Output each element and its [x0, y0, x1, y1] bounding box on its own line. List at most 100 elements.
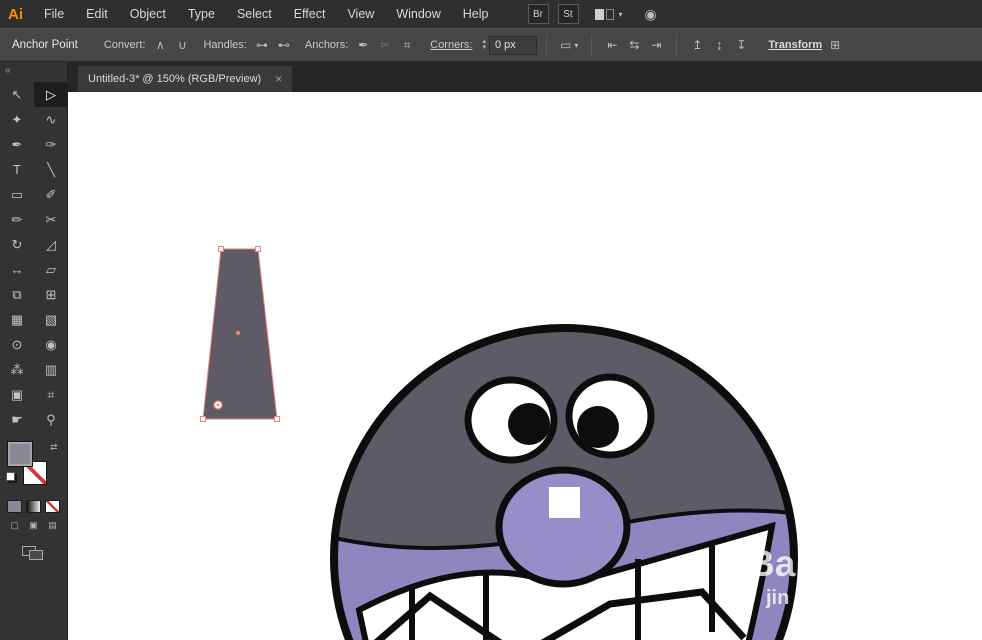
- convert-to-smooth-button[interactable]: ∪: [171, 35, 193, 55]
- shape-icon: ▭: [559, 38, 572, 52]
- corners-input[interactable]: [488, 35, 537, 55]
- scissors-tool[interactable]: ✂: [34, 207, 68, 232]
- show-handles-button[interactable]: ⊷: [273, 35, 295, 55]
- anchor-handle[interactable]: [218, 246, 224, 252]
- corners-link[interactable]: Corners:: [430, 39, 472, 51]
- line-segment-tool[interactable]: ╲: [34, 157, 68, 182]
- align-top-button[interactable]: ↥: [686, 35, 708, 55]
- left-pupil: [508, 403, 550, 445]
- menu-window[interactable]: Window: [385, 0, 451, 28]
- convert-to-corner-button[interactable]: ∧: [149, 35, 171, 55]
- menu-effect[interactable]: Effect: [283, 0, 337, 28]
- rotate-tool[interactable]: ↻: [0, 232, 34, 257]
- draw-inside-button[interactable]: ▤: [45, 519, 60, 532]
- column-graph-tool[interactable]: ▥: [34, 357, 68, 382]
- align-center-button[interactable]: ⇆: [623, 35, 645, 55]
- context-label: Anchor Point: [12, 39, 78, 51]
- menu-edit[interactable]: Edit: [75, 0, 119, 28]
- fill-swatch[interactable]: [8, 442, 32, 466]
- workspace-switcher-button[interactable]: ▾: [594, 8, 623, 21]
- divider: [545, 34, 547, 56]
- transform-link[interactable]: Transform: [768, 39, 822, 51]
- direct-selection-tool[interactable]: ▷: [34, 82, 68, 107]
- control-bar: Anchor Point Convert: ∧ ∪ Handles: ⊶ ⊷ Anc…: [0, 28, 982, 62]
- artboard-canvas[interactable]: [68, 92, 982, 640]
- anchor-handle[interactable]: [255, 246, 261, 252]
- anchor-handle[interactable]: [200, 416, 206, 422]
- paint-style-row: [0, 500, 67, 513]
- remove-anchor-button[interactable]: ⌗: [396, 35, 418, 55]
- align-left-button[interactable]: ⇤: [601, 35, 623, 55]
- gradient-button[interactable]: [26, 500, 41, 513]
- free-transform-tool[interactable]: ▱: [34, 257, 68, 282]
- selected-anchor-dot: [216, 403, 220, 407]
- none-button[interactable]: [45, 500, 60, 513]
- anchor-handle[interactable]: [274, 416, 280, 422]
- selected-trapezoid-shape[interactable]: [200, 246, 280, 422]
- sync-icon[interactable]: ◉: [645, 6, 657, 23]
- menu-list: File Edit Object Type Select Effect View Window…: [33, 0, 500, 28]
- character-artwork[interactable]: [326, 324, 804, 640]
- convert-buttons: ∧ ∪: [149, 35, 193, 55]
- draw-behind-button[interactable]: ▣: [26, 519, 41, 532]
- transform-options-button[interactable]: ⊞: [824, 35, 846, 55]
- zoom-tool[interactable]: ⚲: [34, 407, 68, 432]
- draw-normal-button[interactable]: ▢: [7, 519, 22, 532]
- align-right-button[interactable]: ⇥: [645, 35, 667, 55]
- artboard-tool[interactable]: ▣: [0, 382, 34, 407]
- align-middle-button[interactable]: ↨: [708, 35, 730, 55]
- scale-tool[interactable]: ◿: [34, 232, 68, 257]
- width-tool[interactable]: ↔: [0, 257, 34, 282]
- shape-builder-tool[interactable]: ⧉: [0, 282, 34, 307]
- cut-path-button[interactable]: ✂: [374, 35, 396, 55]
- rectangle-tool[interactable]: ▭: [0, 182, 34, 207]
- menu-help[interactable]: Help: [452, 0, 500, 28]
- shape-properties-button[interactable]: ▭ ▾: [560, 38, 578, 52]
- hand-tool[interactable]: ☛: [0, 407, 34, 432]
- drawing-modes-row: ▢ ▣ ▤: [0, 519, 67, 532]
- magic-wand-tool[interactable]: ✦: [0, 107, 34, 132]
- selection-tool[interactable]: ↖: [0, 82, 34, 107]
- color-button[interactable]: [7, 500, 22, 513]
- swap-fill-stroke-icon[interactable]: ⇄: [50, 442, 58, 453]
- gradient-tool[interactable]: ▧: [34, 307, 68, 332]
- lasso-tool[interactable]: ∿: [34, 107, 68, 132]
- document-tab[interactable]: Untitled-3* @ 150% (RGB/Preview) ×: [78, 66, 293, 92]
- menu-select[interactable]: Select: [226, 0, 283, 28]
- perspective-grid-tool[interactable]: ⊞: [34, 282, 68, 307]
- menu-type[interactable]: Type: [177, 0, 226, 28]
- canvas-area[interactable]: Ba jin: [68, 92, 982, 640]
- type-tool[interactable]: T: [0, 157, 34, 182]
- collapse-panel-button[interactable]: «: [5, 65, 11, 76]
- corners-stepper[interactable]: ▴ ▾: [482, 38, 486, 51]
- curvature-tool[interactable]: ✑: [34, 132, 68, 157]
- close-tab-icon[interactable]: ×: [275, 72, 282, 86]
- document-title: Untitled-3* @ 150% (RGB/Preview): [88, 73, 262, 85]
- slice-tool[interactable]: ⌗: [34, 382, 68, 407]
- horizontal-align-buttons: ⇤ ⇆ ⇥: [601, 35, 667, 55]
- paintbrush-tool[interactable]: ✐: [34, 182, 68, 207]
- eyedropper-tool[interactable]: ⊙: [0, 332, 34, 357]
- watermark-line1: Ba: [748, 543, 796, 584]
- anchors-label: Anchors:: [304, 39, 349, 51]
- pencil-tool[interactable]: ✏: [0, 207, 34, 232]
- stepper-down-icon[interactable]: ▾: [482, 44, 486, 51]
- align-bottom-button[interactable]: ↧: [730, 35, 752, 55]
- symbol-sprayer-tool[interactable]: ⁂: [0, 357, 34, 382]
- menu-file[interactable]: File: [33, 0, 75, 28]
- menu-object[interactable]: Object: [119, 0, 177, 28]
- blend-tool[interactable]: ◉: [34, 332, 68, 357]
- connect-anchors-button[interactable]: ✒: [352, 35, 374, 55]
- pen-tool[interactable]: ✒: [0, 132, 34, 157]
- menu-view[interactable]: View: [336, 0, 385, 28]
- bridge-button[interactable]: Br: [527, 4, 549, 24]
- default-fill-stroke-icon[interactable]: [6, 472, 15, 481]
- change-screen-mode-button[interactable]: [21, 546, 46, 562]
- mesh-tool[interactable]: ▦: [0, 307, 34, 332]
- hide-handles-button[interactable]: ⊶: [251, 35, 273, 55]
- convert-label: Convert:: [103, 39, 146, 51]
- stock-button[interactable]: St: [557, 4, 579, 24]
- handles-buttons: ⊶ ⊷: [251, 35, 295, 55]
- chevron-down-icon: ▾: [574, 40, 579, 50]
- divider: [591, 34, 593, 56]
